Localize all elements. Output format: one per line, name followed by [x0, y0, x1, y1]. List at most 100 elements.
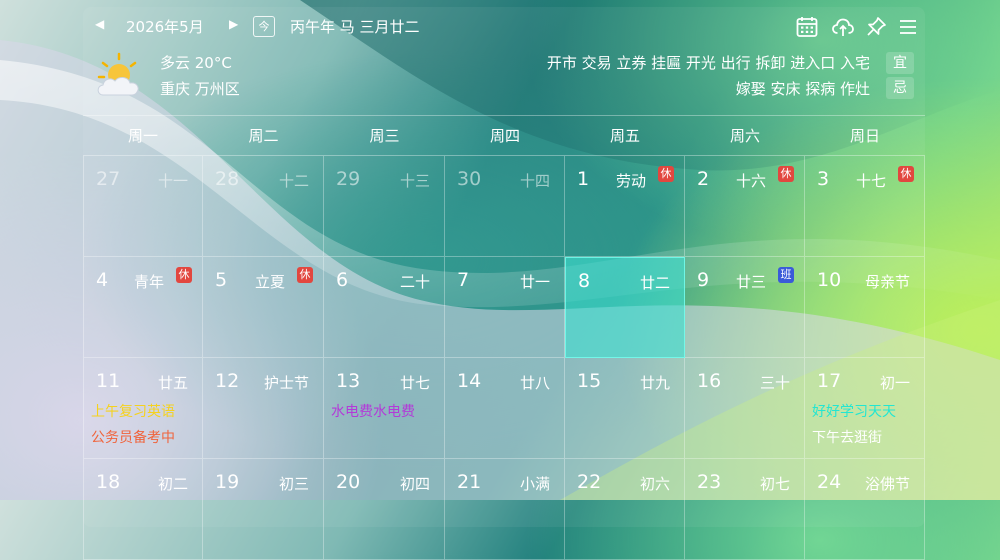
- weather-location[interactable]: 重庆 万州区: [160, 78, 240, 99]
- weekday-header: 周五: [565, 115, 685, 156]
- day-cell[interactable]: 29 十三: [324, 156, 445, 257]
- day-number: 8: [578, 270, 591, 292]
- day-number: 7: [457, 269, 470, 291]
- lunar-label: 二十: [399, 273, 430, 291]
- lunar-label: 廿九: [639, 374, 670, 392]
- calendar-widget: ◀ 2026年5月 ▶ 今 丙午年 马 三月廿二 多云 20°C 重庆 万州区 …: [83, 7, 925, 560]
- day-cell[interactable]: 24 浴佛节: [805, 459, 925, 560]
- calendar-toolbar: ◀ 2026年5月 ▶ 今 丙午年 马 三月廿二: [83, 7, 925, 47]
- month-title[interactable]: 2026年5月: [126, 16, 204, 37]
- day-cell[interactable]: 5 立夏休: [203, 257, 324, 358]
- lunar-label: 廿八: [519, 374, 550, 392]
- lunar-label: 廿二: [639, 274, 670, 292]
- day-cell-today[interactable]: 8 廿二: [565, 257, 685, 358]
- day-cell[interactable]: 4 青年休: [83, 257, 203, 358]
- day-cell[interactable]: 19 初三: [203, 459, 324, 560]
- holiday-badge: 休: [176, 267, 192, 283]
- month-grid: 周一 周二 周三 周四 周五 周六 周日 27 十一 28 十二 29 十三 30 十四 1 劳动休 2 十六休 3 十…: [83, 115, 925, 560]
- day-number: 17: [817, 370, 842, 392]
- day-cell[interactable]: 27 十一: [83, 156, 203, 257]
- day-cell[interactable]: 21 小满: [445, 459, 565, 560]
- event-note[interactable]: 上午复习英语: [91, 401, 175, 421]
- event-note[interactable]: 公务员备考中: [91, 427, 175, 447]
- lunar-label: 初四: [399, 475, 430, 493]
- lunar-label: 三十: [759, 374, 790, 392]
- lunar-label: 十七: [855, 172, 886, 190]
- lunar-label: 护士节: [263, 374, 309, 392]
- day-number: 20: [336, 471, 361, 493]
- almanac-ji-badge: 忌: [886, 77, 914, 99]
- day-number: 22: [577, 471, 602, 493]
- day-number: 6: [336, 269, 349, 291]
- day-number: 15: [577, 370, 602, 392]
- weather-condition: 多云 20°C: [160, 54, 232, 72]
- day-cell[interactable]: 18 初二: [83, 459, 203, 560]
- lunar-label: 青年: [133, 273, 164, 291]
- lunar-label: 十六: [735, 172, 766, 190]
- weekday-header: 周六: [685, 115, 805, 156]
- day-number: 21: [457, 471, 482, 493]
- lunar-label: 小满: [519, 475, 550, 493]
- day-number: 13: [336, 370, 361, 392]
- lunar-label: 初三: [278, 475, 309, 493]
- lunar-label: 廿七: [399, 374, 430, 392]
- day-cell[interactable]: 20 初四: [324, 459, 445, 560]
- day-cell[interactable]: 11 廿五 上午复习英语 公务员备考中: [83, 358, 203, 459]
- day-cell[interactable]: 3 十七休: [805, 156, 925, 257]
- day-cell[interactable]: 30 十四: [445, 156, 565, 257]
- menu-icon[interactable]: [896, 15, 920, 39]
- next-month-button[interactable]: ▶: [229, 17, 238, 31]
- day-number: 9: [697, 269, 710, 291]
- weekday-header: 周四: [445, 115, 565, 156]
- day-number: 27: [96, 168, 121, 190]
- day-cell[interactable]: 22 初六: [565, 459, 685, 560]
- lunar-label: 立夏: [254, 273, 285, 291]
- day-cell[interactable]: 12 护士节: [203, 358, 324, 459]
- day-cell[interactable]: 10 母亲节: [805, 257, 925, 358]
- day-number: 16: [697, 370, 722, 392]
- day-number: 18: [96, 471, 121, 493]
- day-cell[interactable]: 16 三十: [685, 358, 805, 459]
- day-number: 29: [336, 168, 361, 190]
- day-number: 28: [215, 168, 240, 190]
- day-cell[interactable]: 13 廿七水电费水电费: [324, 358, 445, 459]
- day-cell[interactable]: 2 十六休: [685, 156, 805, 257]
- day-cell[interactable]: 28 十二: [203, 156, 324, 257]
- weekday-header: 周一: [83, 115, 203, 156]
- day-cell[interactable]: 6 二十: [324, 257, 445, 358]
- pin-icon[interactable]: [864, 15, 888, 39]
- lunar-label: 十二: [278, 172, 309, 190]
- weekday-header: 周二: [203, 115, 324, 156]
- prev-month-button[interactable]: ◀: [95, 17, 104, 31]
- almanac-yi-badge: 宜: [886, 52, 914, 74]
- partly-cloudy-icon: [95, 51, 147, 101]
- lunar-label: 初六: [639, 475, 670, 493]
- day-number: 1: [577, 168, 590, 190]
- cloud-upload-icon[interactable]: [831, 15, 855, 39]
- lunar-label: 劳动: [615, 172, 646, 190]
- day-cell[interactable]: 14 廿八: [445, 358, 565, 459]
- day-cell[interactable]: 17 初一 好好学习天天 下午去逛街: [805, 358, 925, 459]
- lunar-label: 初二: [157, 475, 188, 493]
- day-cell[interactable]: 7 廿一: [445, 257, 565, 358]
- day-number: 24: [817, 471, 842, 493]
- holiday-badge: 休: [658, 166, 674, 182]
- calendar-icon[interactable]: [795, 15, 819, 39]
- day-cell[interactable]: 9 廿三班: [685, 257, 805, 358]
- event-note[interactable]: 水电费水电费: [331, 401, 415, 421]
- day-number: 10: [817, 269, 842, 291]
- day-cell[interactable]: 15 廿九: [565, 358, 685, 459]
- day-number: 30: [457, 168, 482, 190]
- lunar-label: 廿五: [157, 374, 188, 392]
- event-note[interactable]: 下午去逛街: [812, 427, 882, 447]
- lunar-label: 十一: [157, 172, 188, 190]
- day-number: 12: [215, 370, 240, 392]
- weekday-header: 周日: [805, 115, 925, 156]
- event-note[interactable]: 好好学习天天: [812, 401, 896, 421]
- day-number: 19: [215, 471, 240, 493]
- today-button[interactable]: 今: [253, 16, 275, 37]
- day-cell[interactable]: 1 劳动休: [565, 156, 685, 257]
- day-cell[interactable]: 23 初七: [685, 459, 805, 560]
- lunar-label: 廿一: [519, 273, 550, 291]
- lunar-label: 十三: [399, 172, 430, 190]
